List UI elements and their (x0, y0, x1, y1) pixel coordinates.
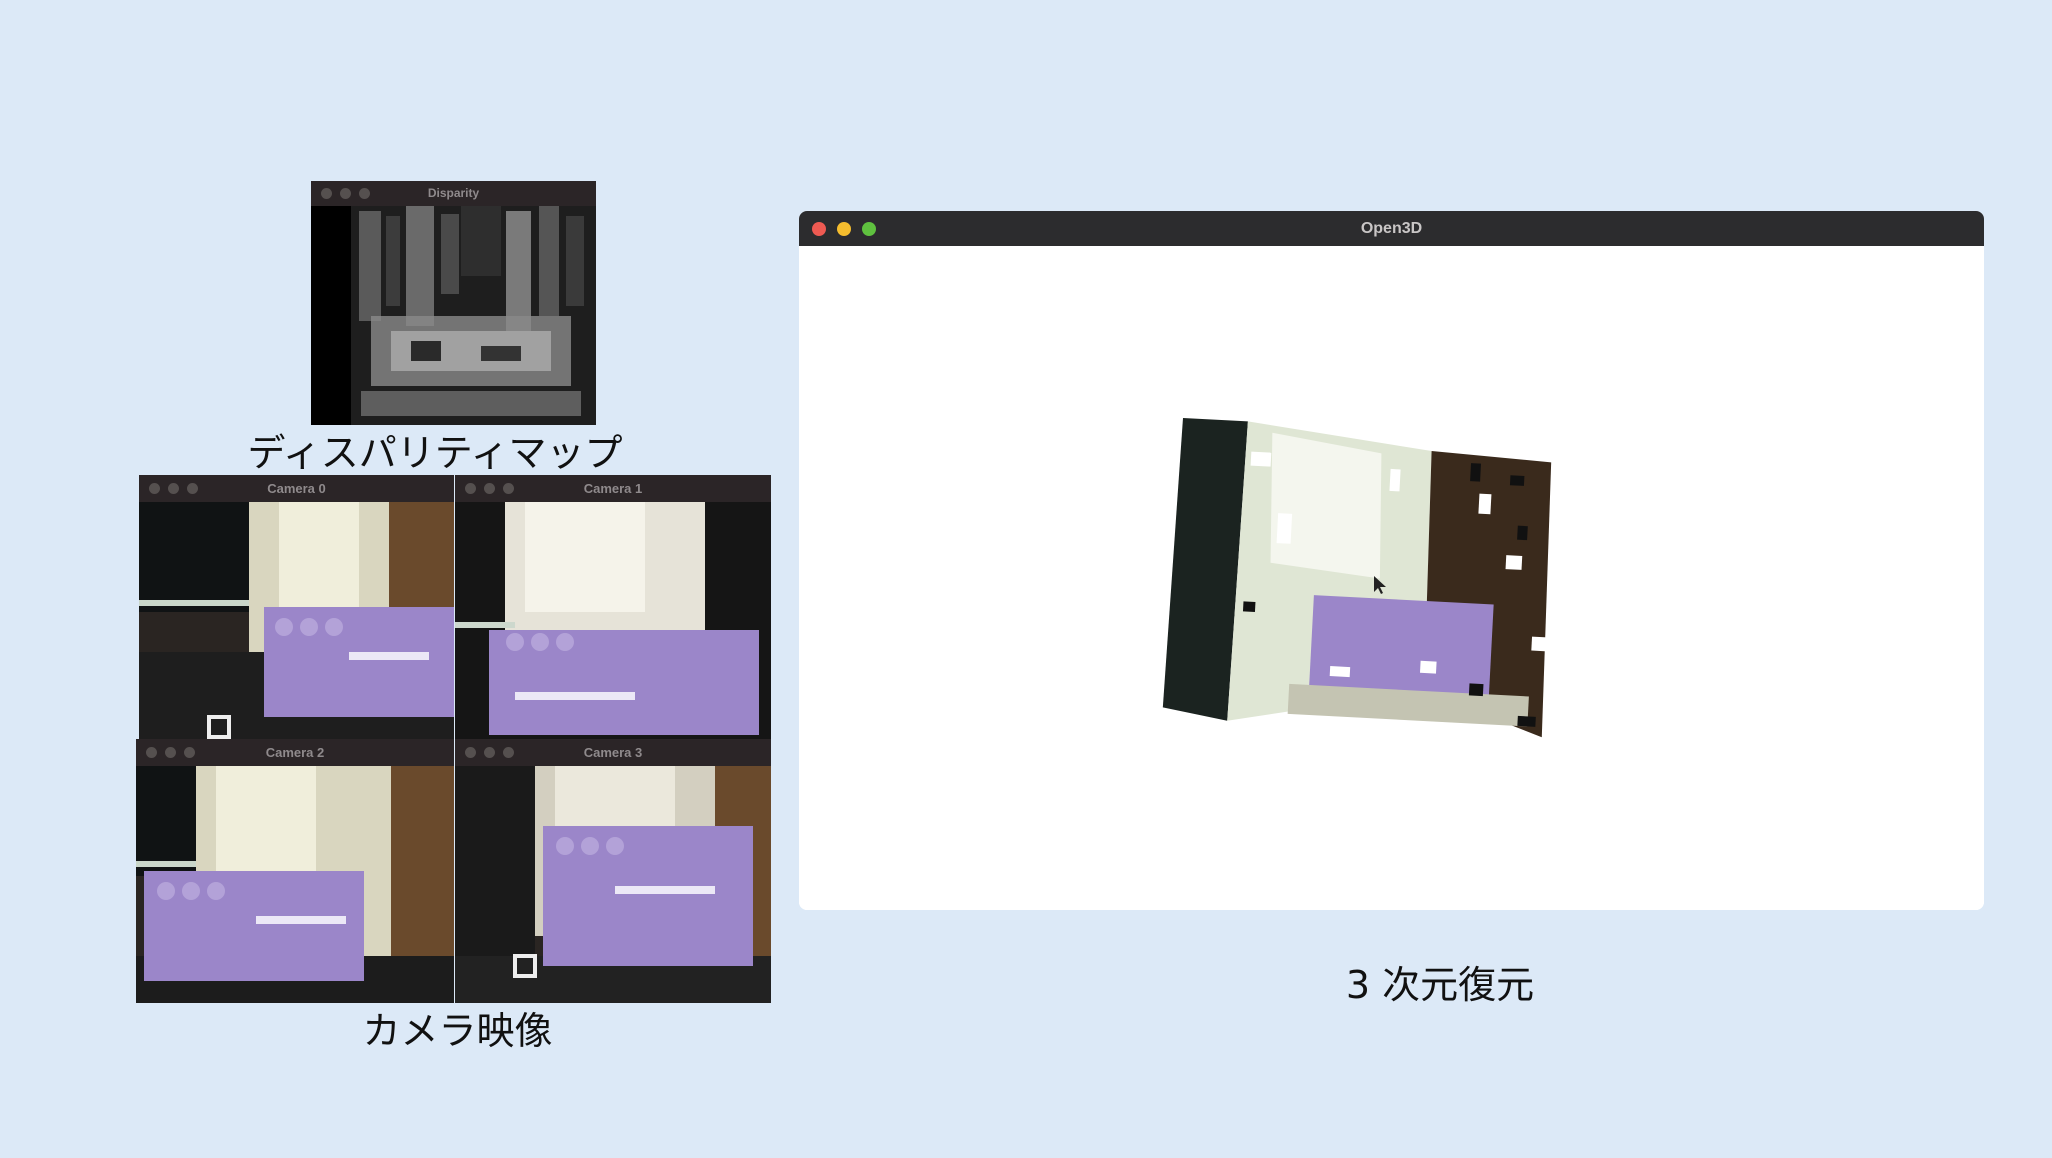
minimize-button[interactable] (837, 221, 851, 236)
camera-window-0: Camera 0 (139, 475, 454, 739)
window-controls (149, 475, 198, 502)
camera-1-image (455, 502, 771, 739)
camera-0-feed (139, 502, 454, 739)
window-controls (812, 211, 876, 246)
minimize-button[interactable] (168, 483, 179, 494)
minimize-button[interactable] (340, 188, 351, 199)
reconstruction-caption: 3 次元復元 (1345, 963, 1535, 1007)
point-cloud-viewport[interactable] (799, 246, 1984, 910)
close-button[interactable] (149, 483, 160, 494)
zoom-button[interactable] (862, 221, 876, 236)
camera-caption: カメラ映像 (362, 1009, 553, 1053)
window-title: Camera 1 (583, 481, 643, 496)
window-title: Camera 3 (583, 745, 643, 760)
disparity-image (311, 206, 596, 425)
zoom-button[interactable] (503, 747, 514, 758)
camera-2-image (136, 766, 454, 1003)
window-title: Camera 2 (265, 745, 325, 760)
zoom-button[interactable] (184, 747, 195, 758)
point-cloud-image (1162, 418, 1553, 738)
camera-1-titlebar[interactable]: Camera 1 (455, 475, 771, 502)
zoom-button[interactable] (503, 483, 514, 494)
disparity-caption: ディスパリティマップ (247, 431, 623, 475)
open3d-window: Open3D (799, 211, 1984, 910)
window-title: Camera 0 (267, 481, 326, 496)
window-controls (146, 739, 195, 766)
disparity-titlebar[interactable]: Disparity (311, 181, 596, 206)
camera-3-image (455, 766, 771, 1003)
camera-window-3: Camera 3 (455, 739, 771, 1003)
camera-2-titlebar[interactable]: Camera 2 (136, 739, 454, 766)
zoom-button[interactable] (359, 188, 370, 199)
camera-3-titlebar[interactable]: Camera 3 (455, 739, 771, 766)
zoom-button[interactable] (187, 483, 198, 494)
close-button[interactable] (812, 221, 826, 236)
window-controls (465, 475, 514, 502)
camera-0-titlebar[interactable]: Camera 0 (139, 475, 454, 502)
open3d-titlebar[interactable]: Open3D (799, 211, 1984, 246)
camera-window-1: Camera 1 (455, 475, 771, 739)
window-controls (321, 181, 370, 206)
window-controls (465, 739, 514, 766)
close-button[interactable] (465, 747, 476, 758)
disparity-window: Disparity (311, 181, 596, 425)
camera-1-feed (455, 502, 771, 739)
minimize-button[interactable] (484, 747, 495, 758)
disparity-map-image (311, 206, 596, 425)
close-button[interactable] (146, 747, 157, 758)
close-button[interactable] (465, 483, 476, 494)
camera-0-image (139, 502, 454, 739)
camera-3-feed (455, 766, 771, 1003)
window-title: Disparity (427, 186, 480, 200)
minimize-button[interactable] (484, 483, 495, 494)
minimize-button[interactable] (165, 747, 176, 758)
window-title: Open3D (1360, 220, 1423, 237)
camera-2-feed (136, 766, 454, 1003)
close-button[interactable] (321, 188, 332, 199)
camera-window-2: Camera 2 (136, 739, 454, 1003)
